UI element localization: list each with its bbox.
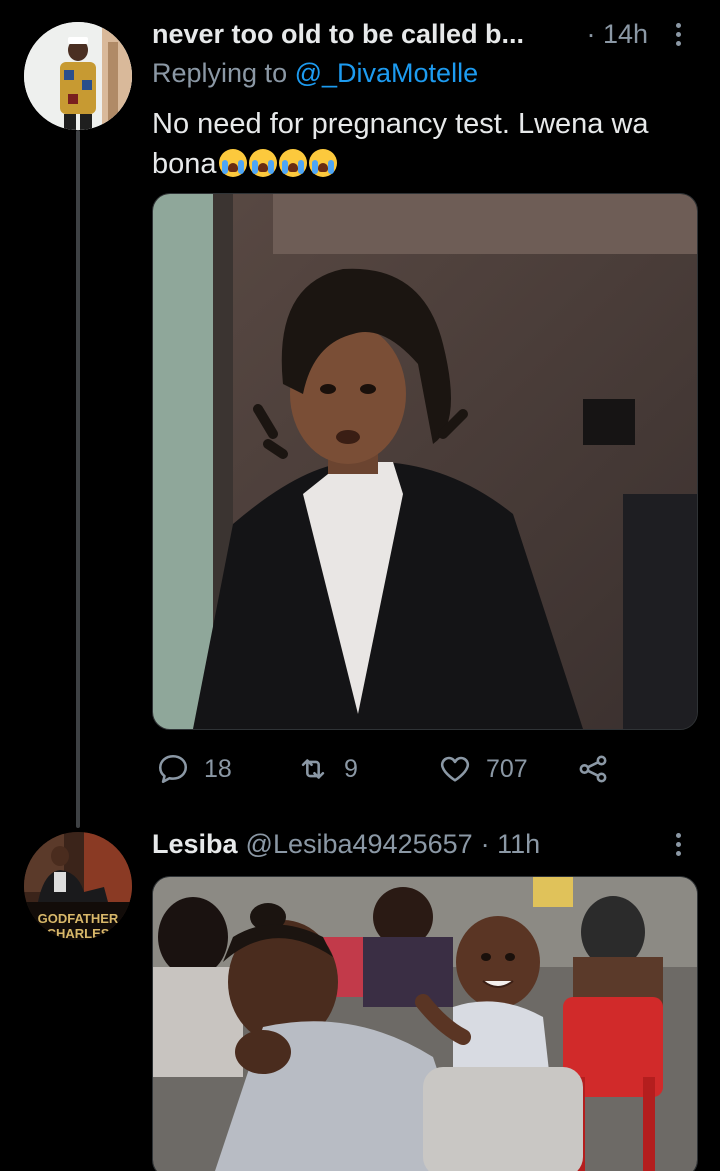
replying-prefix: Replying to [152,58,288,88]
loudly-crying-face-icon [278,149,307,177]
avatar-text: CHARLES [47,926,110,940]
heart-icon [440,756,470,782]
tweet-image[interactable] [152,193,698,730]
like-count: 707 [486,754,528,783]
avatar-text: GODFATHER [38,911,119,926]
tweet-action-bar: 18 9 707 [156,748,616,790]
avatar-photo [24,22,132,130]
more-options-icon[interactable] [666,826,690,862]
retweet-count: 9 [344,754,358,783]
reply-count: 18 [204,754,232,783]
avatar-photo: GODFATHER CHARLES [24,832,132,940]
tweet-header: Lesiba @Lesiba49425657 · 11h [152,824,690,864]
more-options-icon[interactable] [666,16,690,52]
share-icon [579,755,607,783]
replying-to-line: Replying to @_DivaMotelle [152,58,478,89]
like-button[interactable]: 707 [438,748,528,790]
photo-woman-with-baby [153,877,697,1171]
retweet-button[interactable]: 9 [296,748,358,790]
timestamp[interactable]: · 11h [481,829,541,860]
reply-button[interactable]: 18 [156,748,232,790]
reply-icon [158,754,188,784]
photo-man-in-suit [153,194,697,729]
emoji-group [217,148,337,180]
tweet-header: never too old to be called b... · 14h [152,14,690,54]
timestamp[interactable]: · 14h [586,19,648,50]
retweet-icon [301,759,325,779]
loudly-crying-face-icon [308,149,337,177]
tweet-text-line: bona [152,148,217,180]
handle[interactable]: @Lesiba49425657 [246,829,473,860]
tweet-text-line: No need for pregnancy test. Lwena wa [152,108,649,140]
thread-connector-line [76,130,80,828]
avatar[interactable]: GODFATHER CHARLES [24,832,132,940]
display-name[interactable]: Lesiba [152,829,238,860]
loudly-crying-face-icon [248,149,277,177]
display-name[interactable]: never too old to be called b... [152,19,524,50]
tweet-image[interactable] [152,876,698,1171]
timeline: never too old to be called b... · 14h Re… [0,0,720,1171]
share-button[interactable] [576,748,610,790]
tweet-text: No need for pregnancy test. Lwena wa bon… [152,104,697,184]
avatar[interactable] [24,22,132,130]
replying-to-handle-link[interactable]: @_DivaMotelle [295,58,478,88]
loudly-crying-face-icon [218,149,247,177]
